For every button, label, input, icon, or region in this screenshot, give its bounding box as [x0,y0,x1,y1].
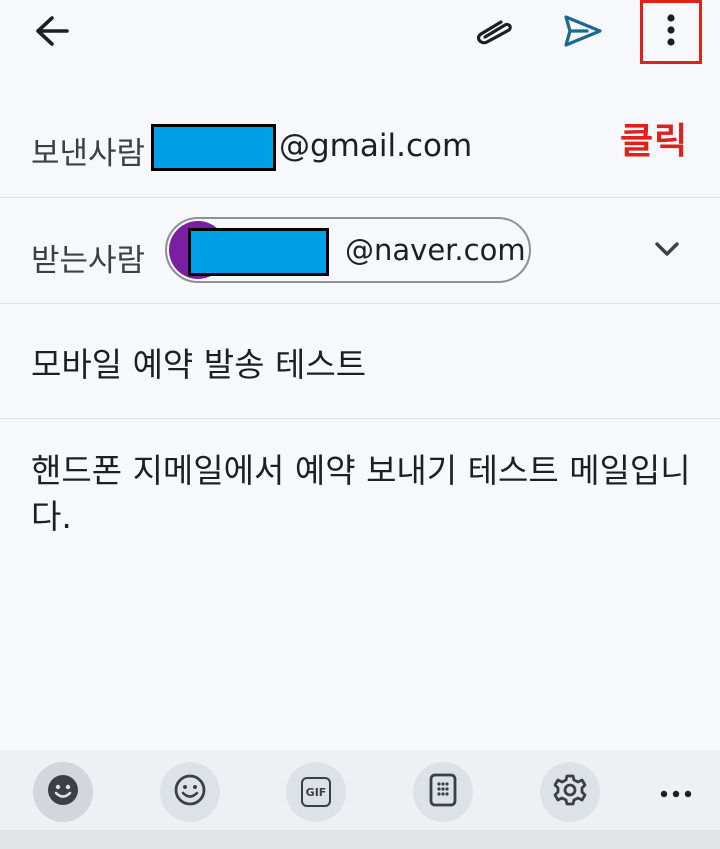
more-horizontal-icon [660,783,692,802]
chevron-down-icon [654,241,680,261]
arrow-left-icon [34,15,70,51]
divider [0,197,720,198]
smiley-button[interactable] [160,762,220,822]
body-field[interactable]: 핸드폰 지메일에서 예약 보내기 테스트 메일입니다. [31,448,691,540]
settings-icon [552,772,588,812]
attach-button[interactable] [462,8,524,58]
redacted-sender [151,124,276,171]
divider [0,303,720,304]
paperclip-icon [471,16,515,50]
to-label: 받는사람 [31,243,146,279]
gif-button[interactable]: GIF [286,762,346,822]
clipboard-button[interactable] [413,762,473,822]
keyboard-toolbar [0,750,720,830]
send-icon [563,14,603,52]
from-label: 보낸사람 [31,136,146,172]
smiley-icon [172,772,208,812]
back-button[interactable] [22,8,82,58]
divider [0,418,720,419]
sender-email: @gmail.com [279,128,473,164]
gif-icon: GIF [301,777,331,807]
compose-toolbar [0,0,720,90]
redacted-recipient [188,228,329,276]
subject-field[interactable]: 모바일 예약 발송 테스트 [31,338,366,386]
send-button[interactable] [553,8,613,58]
expand-recipients-button[interactable] [642,228,692,274]
emoji-keyboard-icon [45,772,81,812]
settings-button[interactable] [540,762,600,822]
click-annotation: 클릭 [620,121,689,162]
emoji-keyboard-button[interactable] [33,762,93,822]
gif-label: GIF [305,785,327,799]
recipient-email: @naver.com [345,233,526,267]
more-vertical-icon [666,13,676,51]
more-toolbar-button[interactable] [648,772,704,812]
clipboard-icon [428,772,458,812]
system-nav-bar [0,830,720,849]
more-options-button[interactable] [640,0,702,64]
